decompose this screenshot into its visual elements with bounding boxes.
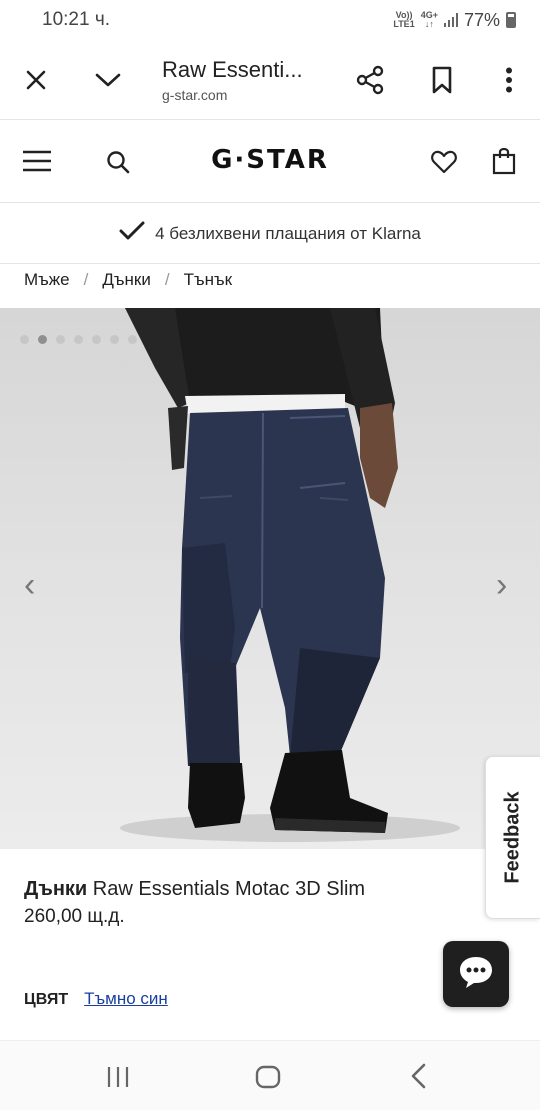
slide-dot-active[interactable] — [38, 335, 47, 344]
slide-dot[interactable] — [110, 335, 119, 344]
gstar-logo[interactable]: G·STAR — [211, 145, 329, 175]
menu-icon[interactable] — [22, 149, 52, 178]
breadcrumb: Мъже / Дънки / Тънък — [24, 266, 232, 294]
signal-icon — [443, 13, 458, 27]
feedback-label: Feedback — [501, 791, 524, 884]
close-icon[interactable] — [0, 40, 72, 120]
chat-bubble-icon — [458, 955, 494, 994]
site-header: G·STAR — [0, 121, 540, 203]
product-price: 260,00 щ.д. — [24, 906, 125, 927]
slide-dot[interactable] — [20, 335, 29, 344]
product-photo — [120, 308, 460, 842]
chat-button[interactable] — [443, 941, 509, 1007]
search-icon[interactable] — [106, 150, 130, 179]
breadcrumb-separator: / — [164, 270, 170, 289]
slide-dot[interactable] — [92, 335, 101, 344]
checkmark-icon — [119, 221, 145, 246]
battery-icon — [506, 12, 516, 28]
product-title: Дънки Raw Essentials Motac 3D Slim — [24, 878, 365, 901]
more-vert-icon[interactable] — [478, 40, 540, 120]
back-icon[interactable] — [410, 1063, 428, 1094]
shopping-bag-icon[interactable] — [492, 147, 516, 180]
share-icon[interactable] — [334, 40, 406, 120]
slide-dot[interactable] — [56, 335, 65, 344]
tab-title: Raw Essenti... — [162, 56, 303, 82]
chevron-down-icon[interactable] — [72, 40, 144, 120]
custom-tab-toolbar: Raw Essenti... g-star.com — [0, 40, 540, 120]
network-indicator: Vo)) LTE1 — [393, 10, 415, 29]
product-image-gallery[interactable]: ‹ › — [0, 308, 540, 849]
klarna-banner: 4 безлихвени плащания от Klarna — [0, 204, 540, 264]
bookmark-icon[interactable] — [406, 40, 478, 120]
klarna-text: 4 безлихвени плащания от Klarna — [155, 223, 421, 243]
product-category: Дънки — [24, 878, 88, 900]
slide-indicator — [20, 335, 137, 344]
slide-dot[interactable] — [74, 335, 83, 344]
next-image-arrow[interactable]: › — [496, 566, 507, 605]
slide-dot[interactable] — [128, 335, 137, 344]
breadcrumb-item-slim[interactable]: Тънък — [184, 270, 232, 290]
logo-wrap: G·STAR — [0, 145, 540, 175]
status-time: 10:21 ч. — [42, 9, 111, 30]
status-indicators: Vo)) LTE1 4G+ ↓↑ 77% — [393, 10, 516, 31]
android-nav-bar — [0, 1040, 540, 1110]
breadcrumb-item-jeans[interactable]: Дънки — [102, 270, 150, 290]
tab-title-block: Raw Essenti... g-star.com — [144, 57, 334, 103]
color-label: ЦВЯТ — [24, 991, 69, 1008]
feedback-tab[interactable]: Feedback — [485, 756, 540, 919]
battery-percentage: 77% — [463, 9, 500, 30]
status-bar: 10:21 ч. Vo)) LTE1 4G+ ↓↑ 77% — [0, 0, 540, 40]
product-name: Raw Essentials Motac 3D Slim — [92, 878, 366, 900]
recents-icon[interactable] — [106, 1065, 130, 1094]
color-value-link[interactable]: Тъмно син — [84, 989, 168, 1009]
color-row: ЦВЯТ Тъмно син — [24, 989, 168, 1009]
data-indicator: 4G+ ↓↑ — [420, 10, 438, 29]
prev-image-arrow[interactable]: ‹ — [24, 566, 35, 605]
tab-url: g-star.com — [162, 86, 228, 103]
home-icon[interactable] — [255, 1065, 281, 1094]
heart-icon[interactable] — [431, 150, 457, 179]
breadcrumb-separator: / — [83, 270, 89, 289]
breadcrumb-item-men[interactable]: Мъже — [24, 270, 70, 290]
